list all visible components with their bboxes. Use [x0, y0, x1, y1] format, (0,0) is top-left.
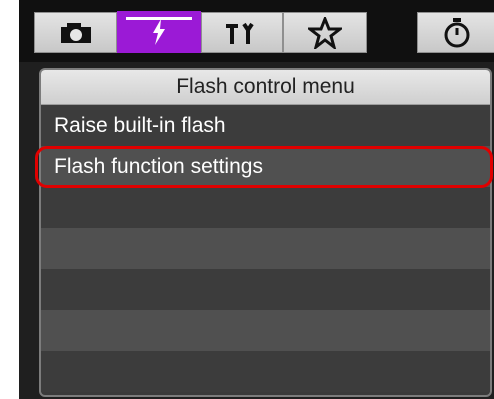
menu-tab-bar	[19, 0, 494, 62]
menu-item-flash-function-settings[interactable]: Flash function settings	[41, 146, 490, 187]
flash-icon	[153, 19, 165, 45]
empty-menu-row	[41, 269, 490, 310]
panel-title: Flash control menu	[41, 70, 490, 105]
camera-menu-screen: Flash control menu Raise built-in flash …	[19, 0, 494, 399]
empty-menu-row	[41, 310, 490, 351]
camera-icon	[60, 22, 91, 43]
setup-tools-icon	[226, 22, 254, 44]
stopwatch-icon	[444, 17, 470, 47]
tab-flash[interactable]	[117, 11, 201, 53]
tab-timer[interactable]	[417, 12, 494, 53]
tab-camera[interactable]	[34, 12, 117, 53]
star-outline-icon	[308, 16, 342, 49]
empty-menu-row	[41, 187, 490, 228]
empty-menu-row	[41, 351, 490, 392]
empty-menu-row	[41, 228, 490, 269]
menu-item-raise-built-in-flash[interactable]: Raise built-in flash	[41, 105, 490, 146]
tab-my-menu[interactable]	[283, 12, 367, 53]
tab-setup[interactable]	[201, 12, 283, 53]
flash-control-panel: Flash control menu Raise built-in flash …	[39, 68, 492, 397]
menu-item-label: Flash function settings	[54, 155, 263, 178]
menu-item-label: Raise built-in flash	[54, 114, 226, 137]
